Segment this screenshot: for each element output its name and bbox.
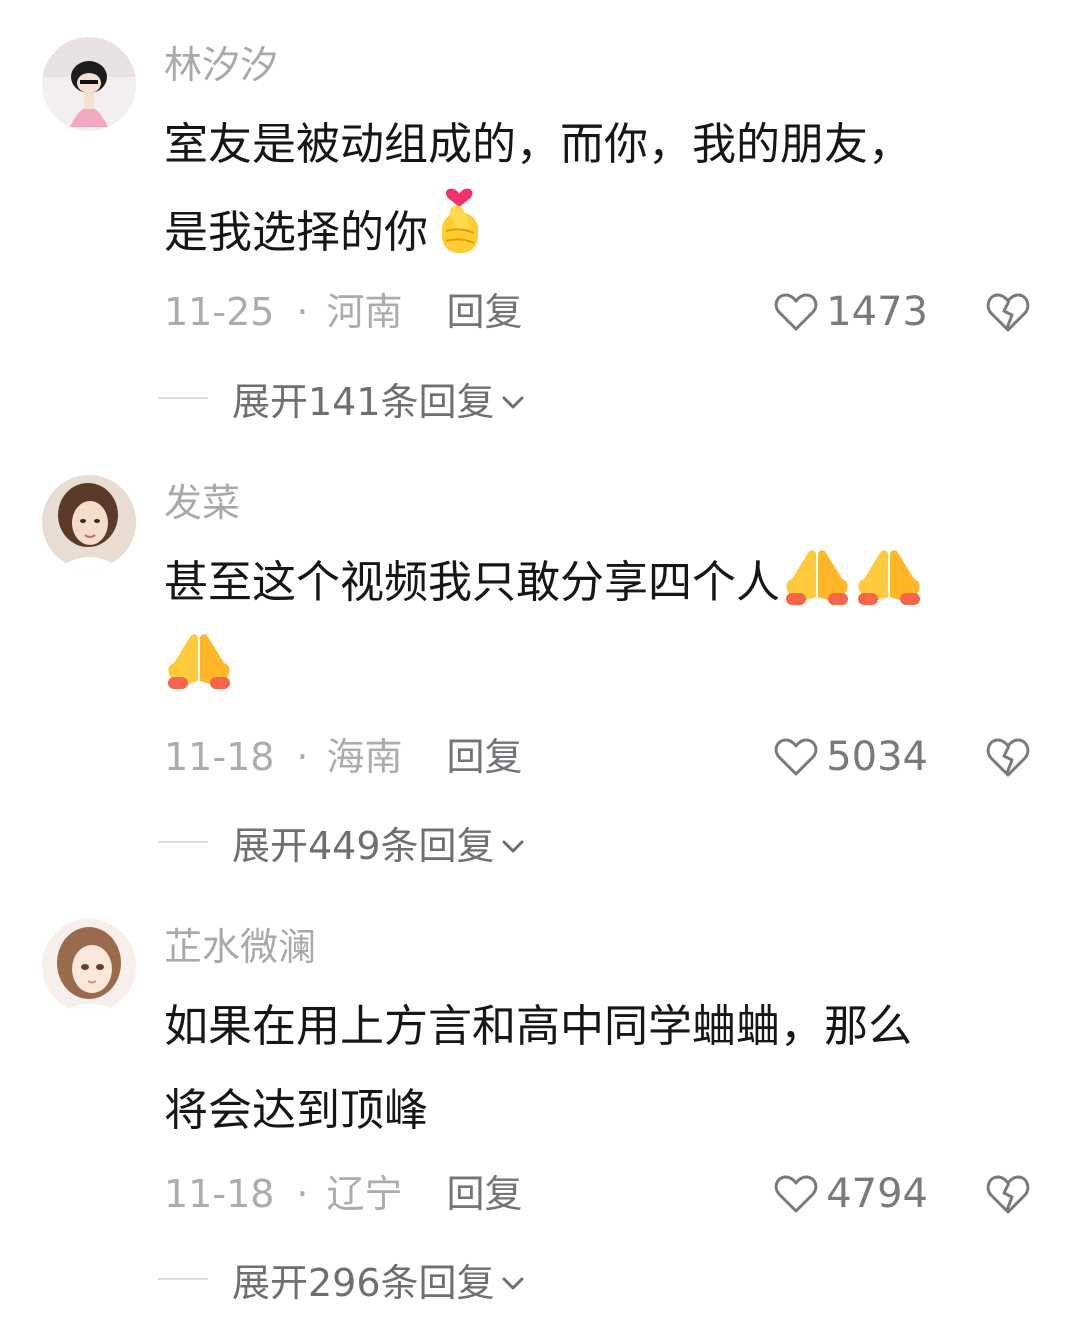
dislike-button[interactable]: [986, 1172, 1030, 1216]
avatar[interactable]: [42, 37, 136, 131]
heart-outline-icon: [774, 293, 818, 331]
expand-replies-button[interactable]: 展开449条回复: [158, 812, 525, 872]
like-count: 5034: [826, 734, 928, 780]
like-button[interactable]: 5034: [774, 727, 928, 787]
heart-outline-icon: [774, 1175, 818, 1213]
folded-hands-emoji: [854, 543, 924, 607]
expand-replies-button[interactable]: 展开141条回复: [158, 368, 525, 428]
expand-replies-label: 展开141条回复: [232, 379, 495, 424]
comment-text: 甚至这个视频我只敢分享四个人: [164, 541, 1044, 709]
broken-heart-icon: [986, 1175, 1030, 1214]
expand-replies-label: 展开449条回复: [232, 823, 495, 868]
like-count: 4794: [826, 1171, 928, 1217]
dislike-button[interactable]: [986, 290, 1030, 334]
comment-text: 如果在用上方言和高中同学蛐蛐，那么 将会达到顶峰: [164, 985, 1044, 1153]
comment-date: 11-25: [164, 290, 275, 334]
comment-text-line-content: 甚至这个视频我只敢分享四个人: [164, 557, 780, 608]
comment-text-line: [164, 625, 1044, 709]
reply-button[interactable]: 回复: [447, 735, 523, 779]
comment-date: 11-18: [164, 1172, 275, 1216]
comment-text-line-content: 是我选择的你: [164, 207, 428, 258]
username[interactable]: 芷水微澜: [164, 921, 316, 973]
comment-location: 辽宁: [326, 1172, 403, 1216]
comment-location: 河南: [326, 290, 403, 334]
divider: [158, 397, 208, 399]
like-button[interactable]: 4794: [774, 1164, 928, 1224]
like-button[interactable]: 1473: [774, 282, 928, 342]
meta-separator: ·: [296, 290, 309, 334]
comment-text-line: 将会达到顶峰: [164, 1085, 428, 1136]
username[interactable]: 林汐汐: [164, 39, 278, 91]
divider: [158, 841, 208, 843]
like-count: 1473: [826, 289, 928, 335]
heart-outline-icon: [774, 738, 818, 776]
finger-heart-emoji: [430, 187, 488, 257]
chevron-down-icon: [501, 1257, 525, 1301]
avatar[interactable]: [42, 475, 136, 569]
expand-replies-button[interactable]: 展开296条回复: [158, 1249, 525, 1309]
chevron-down-icon: [501, 820, 525, 864]
comment-date: 11-18: [164, 735, 275, 779]
expand-replies-label: 展开296条回复: [232, 1260, 495, 1305]
meta-separator: ·: [296, 1172, 309, 1216]
comment-text-line: 室友是被动组成的，而你，我的朋友，: [164, 119, 912, 170]
meta-separator: ·: [296, 735, 309, 779]
dislike-button[interactable]: [986, 735, 1030, 779]
divider: [158, 1278, 208, 1280]
comment-meta: 11-18 · 辽宁 回复: [164, 1164, 523, 1224]
chevron-down-icon: [501, 376, 525, 420]
comment-meta: 11-18 · 海南 回复: [164, 727, 523, 787]
comment-text-line: 如果在用上方言和高中同学蛐蛐，那么: [164, 1001, 912, 1052]
folded-hands-emoji: [782, 543, 852, 607]
comment-text-line: 是我选择的你: [164, 187, 1044, 275]
comment-meta: 11-25 · 河南 回复: [164, 282, 523, 342]
avatar[interactable]: [42, 919, 136, 1013]
comment-text: 室友是被动组成的，而你，我的朋友， 是我选择的你: [164, 103, 1044, 275]
comment-text-line: 甚至这个视频我只敢分享四个人: [164, 541, 1044, 625]
broken-heart-icon: [986, 738, 1030, 777]
folded-hands-emoji: [164, 627, 234, 691]
reply-button[interactable]: 回复: [447, 290, 523, 334]
reply-button[interactable]: 回复: [447, 1172, 523, 1216]
broken-heart-icon: [986, 293, 1030, 332]
username[interactable]: 发菜: [164, 477, 240, 529]
comment-location: 海南: [326, 735, 403, 779]
